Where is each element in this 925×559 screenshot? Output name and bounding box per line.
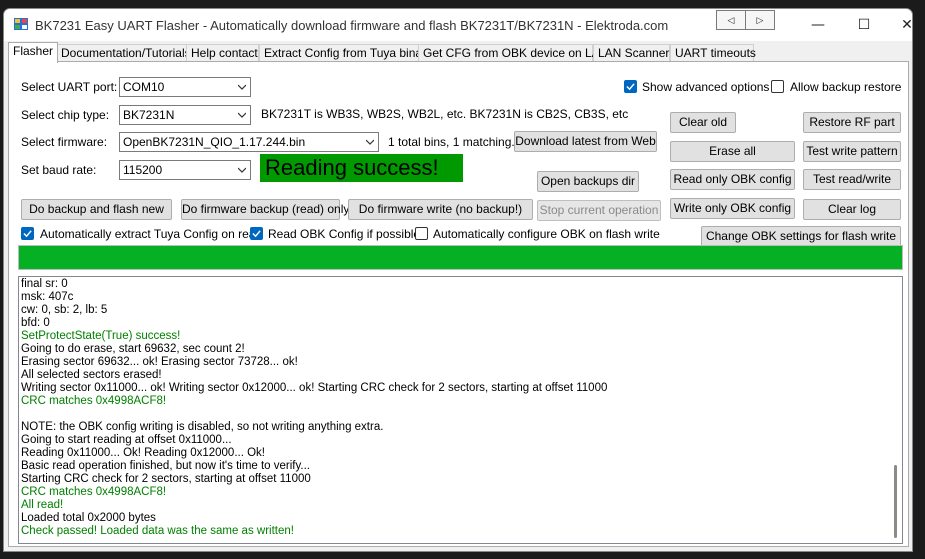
show-advanced-label[interactable]: Show advanced options: [642, 80, 769, 94]
log-line: Basic read operation finished, but now i…: [21, 460, 310, 472]
allow-backup-restore-checkbox[interactable]: [771, 80, 784, 93]
log-output[interactable]: final sr: 0 msk: 407c cw: 0, sb: 2, lb: 5b…: [18, 276, 903, 544]
progress-fill: [19, 246, 902, 269]
tab-strip: Flasher Documentation/Tutorials Help con…: [8, 42, 908, 63]
log-line: Check passed! Loaded data was the same a…: [21, 525, 294, 537]
chip-type-select[interactable]: BK7231N: [119, 105, 251, 125]
maximize-button[interactable]: ☐: [841, 11, 887, 39]
open-backups-button[interactable]: Open backups dir: [537, 171, 639, 192]
show-advanced-checkbox[interactable]: [624, 80, 637, 93]
log-lines: final sr: 0 msk: 407c cw: 0, sb: 2, lb: 5b…: [21, 278, 881, 538]
status-banner: Reading success!: [260, 154, 463, 182]
firmware-backup-button[interactable]: Do firmware backup (read) only: [181, 199, 349, 220]
nav-forward-button[interactable]: ▷: [745, 10, 775, 30]
close-button[interactable]: ✕: [884, 11, 912, 39]
log-line: CRC matches 0x4998ACF8!: [21, 395, 167, 407]
stop-operation-button[interactable]: Stop current operation: [537, 200, 661, 221]
checkmark-icon: [23, 230, 32, 238]
read-only-obk-button[interactable]: Read only OBK config: [670, 169, 795, 190]
log-scrollbar[interactable]: [888, 277, 902, 543]
log-line: Writing sector 0x11000... ok! Writing se…: [21, 382, 608, 394]
tab-get-cfg-obk[interactable]: Get CFG from OBK device on LAN: [418, 44, 608, 62]
download-latest-button[interactable]: Download latest from Web: [514, 131, 657, 152]
chip-info-text: BK7231T is WB3S, WB2S, WB2L, etc. BK7231…: [261, 107, 629, 121]
uart-port-select[interactable]: COM10: [119, 77, 251, 97]
log-line: NOTE: the OBK config writing is disabled…: [21, 421, 384, 433]
baud-rate-value: 115200: [123, 163, 163, 177]
tab-documentation[interactable]: Documentation/Tutorials: [56, 44, 191, 62]
firmware-write-button[interactable]: Do firmware write (no backup!): [348, 199, 533, 220]
chip-type-label: Select chip type:: [21, 108, 110, 122]
tab-extract-config[interactable]: Extract Config from Tuya binary: [259, 44, 432, 62]
tab-help-contact[interactable]: Help contact: [186, 44, 259, 62]
firmware-label: Select firmware:: [21, 135, 108, 149]
log-line: CRC matches 0x4998ACF8!: [21, 486, 167, 498]
log-line: cw: 0, sb: 2, lb: 5: [21, 304, 108, 316]
log-line: SetProtectState(True) success!: [21, 330, 181, 342]
bins-info-text: 1 total bins, 1 matching.: [388, 135, 515, 149]
tab-uart-timeouts[interactable]: UART timeouts: [670, 44, 756, 62]
erase-all-button[interactable]: Erase all: [670, 141, 795, 162]
log-line: msk: 407c: [21, 291, 74, 303]
flasher-panel: Select UART port: COM10 Select chip type…: [8, 61, 909, 547]
nav-back-button[interactable]: ◁: [716, 10, 746, 30]
chevron-down-icon: [366, 139, 374, 145]
log-line: bfd: 0: [21, 317, 50, 329]
title-bar[interactable]: BK7231 Easy UART Flasher - Automatically…: [4, 9, 912, 41]
firmware-select[interactable]: OpenBK7231N_QIO_1.17.244.bin: [119, 132, 379, 152]
log-line: final sr: 0: [21, 278, 68, 290]
log-line: Going to do erase, start 69632, sec coun…: [21, 343, 245, 355]
checkmark-icon: [252, 230, 261, 238]
clear-old-button[interactable]: Clear old: [670, 112, 736, 133]
baud-rate-select[interactable]: 115200: [119, 160, 251, 180]
clear-log-button[interactable]: Clear log: [803, 199, 901, 220]
read-obk-config-label[interactable]: Read OBK Config if possible: [268, 227, 420, 241]
allow-backup-restore-label[interactable]: Allow backup restore: [790, 80, 901, 94]
chip-type-value: BK7231N: [123, 108, 175, 122]
test-read-write-button[interactable]: Test read/write: [803, 169, 901, 190]
auto-configure-obk-label[interactable]: Automatically configure OBK on flash wri…: [433, 227, 660, 241]
log-line: All selected sectors erased!: [21, 369, 162, 381]
test-write-pattern-button[interactable]: Test write pattern: [803, 141, 901, 162]
log-line: Reading 0x11000... Ok! Reading 0x12000..…: [21, 447, 265, 459]
log-line: Loaded total 0x2000 bytes: [21, 512, 156, 524]
scrollbar-thumb[interactable]: [894, 465, 897, 538]
chevron-down-icon: [238, 112, 246, 118]
log-line: Going to start reading at offset 0x11000…: [21, 434, 232, 446]
minimize-button[interactable]: —: [795, 11, 841, 39]
auto-configure-obk-checkbox[interactable]: [415, 227, 428, 240]
progress-bar: [18, 245, 903, 270]
change-obk-settings-button[interactable]: Change OBK settings for flash write: [701, 226, 901, 247]
firmware-value: OpenBK7231N_QIO_1.17.244.bin: [123, 135, 306, 149]
tab-lan-scanner[interactable]: LAN Scanner: [593, 44, 670, 62]
chevron-down-icon: [238, 84, 246, 90]
app-icon: [14, 18, 28, 30]
chevron-down-icon: [238, 167, 246, 173]
auto-extract-tuya-checkbox[interactable]: [21, 227, 34, 240]
baud-rate-label: Set baud rate:: [21, 163, 97, 177]
main-window: BK7231 Easy UART Flasher - Automatically…: [3, 8, 913, 552]
log-line: Starting CRC check for 2 sectors, starti…: [21, 473, 311, 485]
restore-rf-button[interactable]: Restore RF part: [803, 112, 901, 133]
checkmark-icon: [626, 83, 635, 91]
backup-and-flash-button[interactable]: Do backup and flash new: [21, 199, 172, 220]
window-title: BK7231 Easy UART Flasher - Automatically…: [35, 18, 669, 33]
write-only-obk-button[interactable]: Write only OBK config: [670, 198, 795, 219]
read-obk-config-checkbox[interactable]: [250, 227, 263, 240]
auto-extract-tuya-label[interactable]: Automatically extract Tuya Config on rea…: [40, 227, 262, 241]
uart-port-value: COM10: [123, 80, 165, 94]
tab-flasher[interactable]: Flasher: [8, 42, 58, 63]
uart-port-label: Select UART port:: [21, 80, 118, 94]
log-line: Erasing sector 69632... ok! Erasing sect…: [21, 356, 298, 368]
log-line: All read!: [21, 499, 64, 511]
